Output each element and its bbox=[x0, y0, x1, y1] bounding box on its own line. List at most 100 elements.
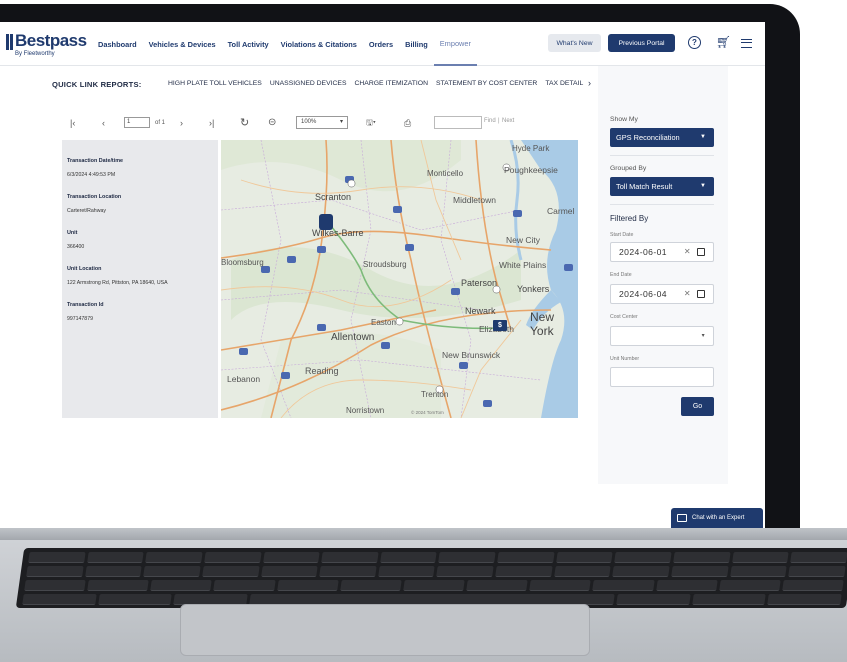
toll-marker-icon[interactable]: $ bbox=[493, 320, 507, 331]
find-input[interactable] bbox=[434, 116, 482, 129]
quick-link-tax-detail[interactable]: TAX DETAIL bbox=[545, 80, 583, 87]
map-label: Middletown bbox=[453, 195, 496, 205]
map-label: Reading bbox=[305, 366, 339, 376]
nav-vehicles-devices[interactable]: Vehicles & Devices bbox=[143, 22, 222, 66]
map-label: New York bbox=[530, 310, 555, 338]
go-button[interactable]: Go bbox=[681, 397, 714, 416]
quick-link-charge-itemization[interactable]: CHARGE ITEMIZATION bbox=[354, 80, 428, 87]
quick-links-next-icon[interactable]: › bbox=[588, 78, 591, 88]
nav-toll-activity[interactable]: Toll Activity bbox=[222, 22, 275, 66]
show-my-select[interactable]: GPS Reconciliation ▼ bbox=[610, 128, 714, 147]
filter-panel: Show My GPS Reconciliation ▼ Grouped By … bbox=[598, 66, 728, 484]
laptop-stage: Bestpass By Fleetworthy Dashboard Vehicl… bbox=[0, 0, 847, 662]
nav-dashboard[interactable]: Dashboard bbox=[92, 22, 143, 66]
logo-name: Bestpass bbox=[15, 31, 87, 50]
map-label: Lebanon bbox=[227, 374, 261, 384]
map-label: Hyde Park bbox=[512, 144, 550, 153]
map-canvas bbox=[221, 140, 578, 418]
map-label: Carmel bbox=[547, 206, 575, 216]
export-icon[interactable]: 🖫︎▾ bbox=[366, 116, 376, 130]
laptop-keyboard bbox=[15, 548, 847, 608]
page-number-input[interactable]: 1 bbox=[124, 117, 150, 128]
map-label: Yonkers bbox=[517, 284, 550, 294]
end-date-input[interactable]: 2024-06-04 ✕ bbox=[610, 284, 714, 304]
nav-orders[interactable]: Orders bbox=[363, 22, 399, 66]
page-count-text: of 1 bbox=[155, 120, 166, 126]
cost-center-caret-icon: ▾ bbox=[701, 333, 705, 339]
map-label: Newark bbox=[465, 306, 496, 316]
refresh-icon[interactable]: ↻ bbox=[240, 116, 249, 130]
chat-label: Chat with an Expert bbox=[692, 515, 745, 521]
map-label: White Plains bbox=[499, 260, 547, 270]
quick-link-statement-by-cost-center[interactable]: STATEMENT BY COST CENTER bbox=[436, 80, 537, 87]
find-button[interactable]: Find bbox=[484, 118, 496, 124]
map-label: Norristown bbox=[346, 406, 385, 415]
show-my-caret-icon: ▼ bbox=[700, 134, 706, 140]
transaction-details-panel: Transaction Date/time 6/3/2024 4:49:53 P… bbox=[62, 140, 218, 418]
top-navigation-bar: Bestpass By Fleetworthy Dashboard Vehicl… bbox=[0, 22, 765, 66]
quick-link-reports-title: QUICK LINK REPORTS: bbox=[52, 80, 142, 89]
show-my-value: GPS Reconciliation bbox=[616, 133, 680, 142]
map-attribution: © 2024 TomTom bbox=[411, 410, 444, 415]
previous-page-icon[interactable]: ‹ bbox=[102, 116, 105, 130]
quick-link-unassigned-devices[interactable]: UNASSIGNED DEVICES bbox=[270, 80, 347, 87]
zoom-select[interactable]: 100% ▾ bbox=[296, 116, 348, 129]
print-icon[interactable]: ⎙ bbox=[404, 116, 411, 130]
transaction-date-label: Transaction Date/time bbox=[67, 158, 124, 164]
transaction-map[interactable]: Hyde Park Monticello Poughkeepsie Scrant… bbox=[221, 140, 578, 418]
map-label: Bloomsburg bbox=[221, 258, 264, 267]
chat-icon bbox=[677, 514, 687, 522]
show-my-label: Show My bbox=[610, 116, 638, 123]
nav-billing[interactable]: Billing bbox=[399, 22, 434, 66]
previous-portal-button[interactable]: Previous Portal bbox=[608, 34, 675, 52]
quick-link-high-plate-toll-vehicles[interactable]: HIGH PLATE TOLL VEHICLES bbox=[168, 80, 262, 87]
map-label: Monticello bbox=[427, 169, 464, 178]
bestpass-logo[interactable]: Bestpass By Fleetworthy bbox=[0, 30, 88, 60]
calendar-icon[interactable] bbox=[697, 290, 705, 298]
next-page-icon[interactable]: › bbox=[180, 116, 183, 130]
filtered-by-heading: Filtered By bbox=[610, 214, 649, 223]
transaction-id-value: 997147879 bbox=[67, 316, 93, 322]
app-screen: Bestpass By Fleetworthy Dashboard Vehicl… bbox=[0, 22, 765, 530]
back-icon[interactable]: ⊝ bbox=[268, 116, 276, 130]
start-date-label: Start Date bbox=[610, 232, 634, 238]
nav-violations-citations[interactable]: Violations & Citations bbox=[275, 22, 363, 66]
map-label: New Brunswick bbox=[442, 350, 501, 360]
unit-label: Unit bbox=[67, 230, 78, 236]
whats-new-button[interactable]: What's New bbox=[548, 34, 601, 52]
cost-center-label: Cost Center bbox=[610, 314, 638, 320]
clear-end-date-icon[interactable]: ✕ bbox=[684, 285, 691, 303]
cart-icon[interactable]: 🛒︎ bbox=[716, 35, 731, 49]
map-label: Stroudsburg bbox=[363, 260, 407, 269]
start-date-input[interactable]: 2024-06-01 ✕ bbox=[610, 242, 714, 262]
zoom-value: 100% bbox=[301, 119, 317, 125]
map-label: Scranton bbox=[315, 192, 352, 202]
find-next-button[interactable]: Next bbox=[502, 118, 514, 124]
nav-empower[interactable]: Empower bbox=[433, 22, 477, 66]
start-date-value: 2024-06-01 bbox=[619, 247, 667, 257]
grouped-by-select[interactable]: Toll Match Result ▼ bbox=[610, 177, 714, 196]
help-icon[interactable]: ? bbox=[688, 36, 701, 49]
hamburger-menu-icon[interactable] bbox=[741, 39, 752, 48]
unit-number-input[interactable] bbox=[610, 367, 714, 387]
map-label: Paterson bbox=[461, 278, 498, 288]
unit-location-label: Unit Location bbox=[67, 266, 102, 272]
end-date-label: End Date bbox=[610, 272, 632, 278]
grouped-by-label: Grouped By bbox=[610, 165, 647, 172]
panel-divider bbox=[610, 204, 714, 205]
unit-location-value: 122 Armstrong Rd, Pittston, PA 18640, US… bbox=[67, 280, 168, 286]
transaction-location-value: Carteret/Rahway bbox=[67, 208, 106, 214]
calendar-icon[interactable] bbox=[697, 248, 705, 256]
cost-center-select[interactable]: ▾ bbox=[610, 326, 714, 346]
truck-marker-icon[interactable] bbox=[319, 214, 333, 230]
map-label: Easton bbox=[371, 318, 396, 327]
chat-with-expert-button[interactable]: Chat with an Expert bbox=[671, 508, 763, 528]
unit-value: 366400 bbox=[67, 244, 85, 250]
logo-tagline: By Fleetworthy bbox=[15, 51, 55, 57]
first-page-icon[interactable]: |‹ bbox=[70, 116, 75, 130]
report-viewer-toolbar: |‹ ‹ 1 of 1 › ›| ↻ ⊝ 100% ▾ 🖫︎▾ ⎙ Find | … bbox=[62, 116, 532, 130]
find-separator: | bbox=[498, 118, 500, 124]
clear-start-date-icon[interactable]: ✕ bbox=[684, 243, 691, 261]
panel-divider bbox=[610, 155, 714, 156]
last-page-icon[interactable]: ›| bbox=[209, 116, 214, 130]
